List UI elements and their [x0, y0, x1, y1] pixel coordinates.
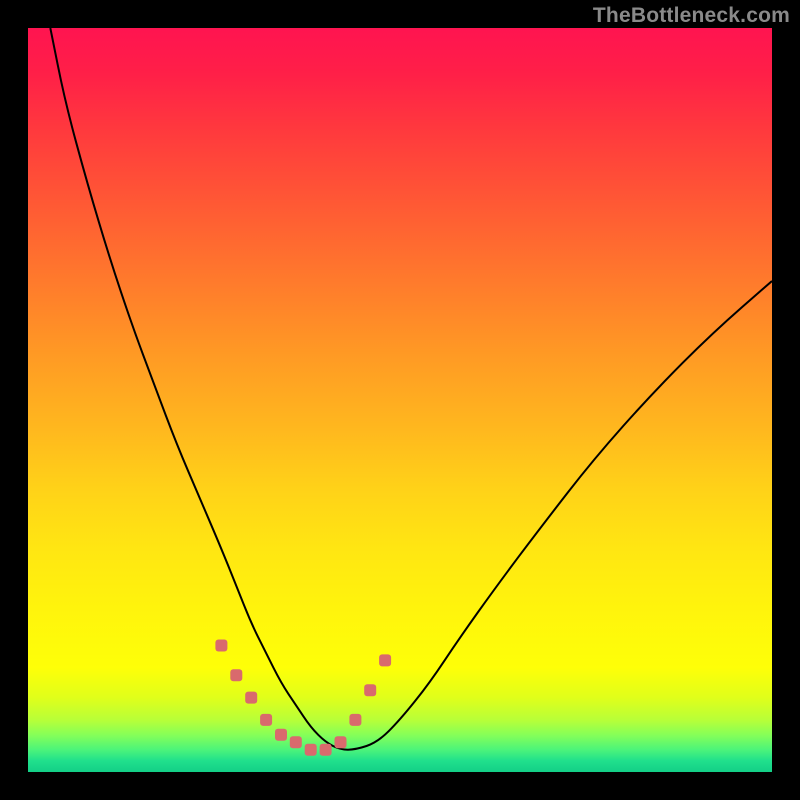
highlight-marker: [335, 736, 347, 748]
highlight-marker: [245, 692, 257, 704]
curve-path: [50, 28, 772, 750]
plot-area: [28, 28, 772, 772]
highlight-marker: [230, 669, 242, 681]
highlight-marker: [364, 684, 376, 696]
highlight-marker: [260, 714, 272, 726]
highlight-marker: [290, 736, 302, 748]
highlight-marker: [215, 640, 227, 652]
highlight-marker: [320, 744, 332, 756]
highlight-marker: [349, 714, 361, 726]
chart-frame: TheBottleneck.com: [0, 0, 800, 800]
highlight-marker: [305, 744, 317, 756]
highlight-marker: [275, 729, 287, 741]
highlight-markers: [215, 640, 391, 756]
bottleneck-curve: [28, 28, 772, 772]
watermark-text: TheBottleneck.com: [593, 4, 790, 28]
highlight-marker: [379, 654, 391, 666]
